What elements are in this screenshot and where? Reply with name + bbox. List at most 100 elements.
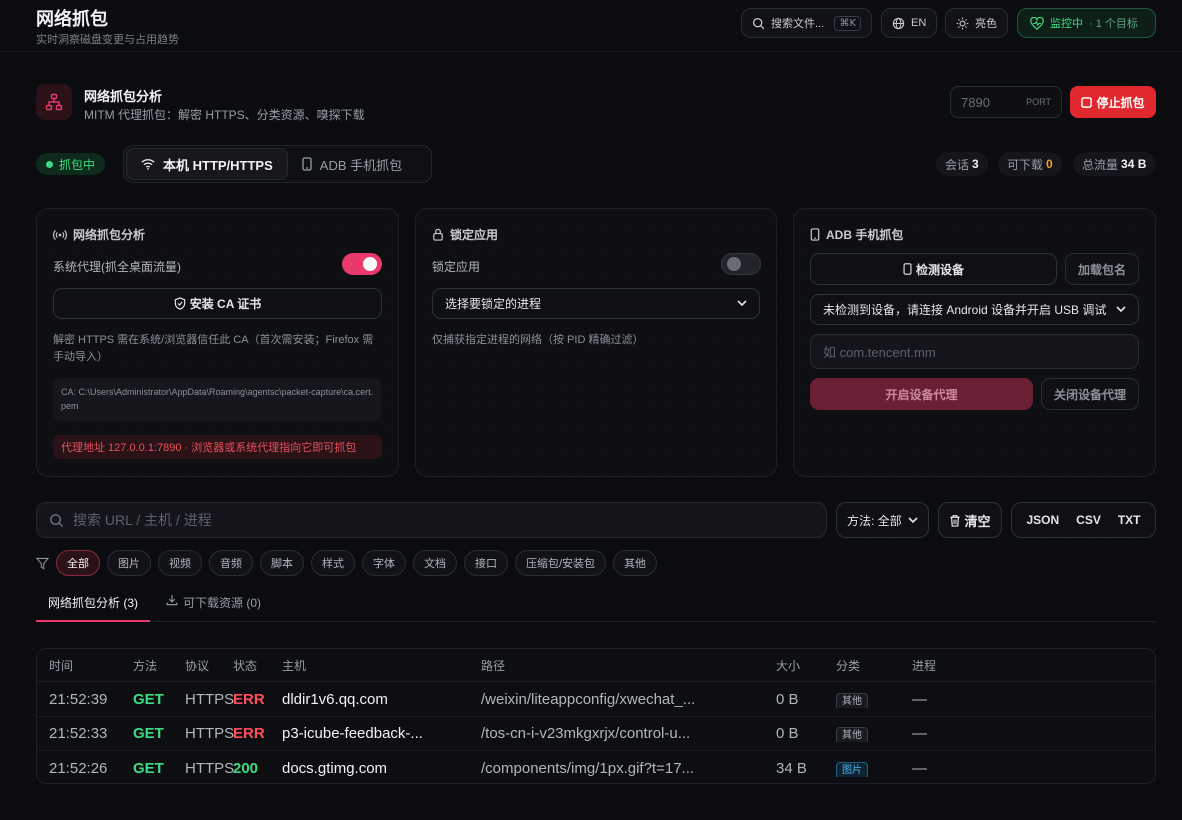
category-badge: 其他: [836, 693, 868, 708]
tab-downloadable-resources[interactable]: 可下载资源 (0): [166, 594, 261, 622]
detect-device-button[interactable]: 检测设备: [810, 253, 1057, 285]
row-status: 200: [233, 759, 259, 777]
col-host[interactable]: 主机: [282, 657, 306, 674]
adb-panel-title-text: ADB 手机抓包: [826, 228, 904, 242]
export-json-button[interactable]: JSON: [1026, 513, 1059, 527]
chip-image[interactable]: 图片: [107, 550, 151, 576]
package-name-input[interactable]: 如 com.tencent.mm: [810, 334, 1139, 369]
export-csv-button[interactable]: CSV: [1076, 513, 1101, 527]
chip-all[interactable]: 全部: [56, 550, 100, 576]
row-process: —: [912, 759, 927, 777]
table-row[interactable]: 21:52:26 GET HTTPS 200 docs.gtimg.com /c…: [37, 751, 1155, 783]
table-row[interactable]: 21:52:33 GET HTTPS ERR p3-icube-feedback…: [37, 717, 1155, 751]
chip-video[interactable]: 视频: [158, 550, 202, 576]
load-package-button[interactable]: 加载包名: [1065, 253, 1139, 285]
adb-capture-panel: ADB 手机抓包 检测设备 加载包名 未检测到设备，请连接 Android 设备…: [793, 208, 1156, 477]
lock-icon: [432, 228, 444, 241]
row-size: 0 B: [776, 691, 799, 708]
tab-adb-phone[interactable]: ADB 手机抓包: [288, 148, 416, 180]
tab-local-http[interactable]: 本机 HTTP/HTTPS: [126, 148, 288, 180]
download-icon: [166, 594, 178, 606]
stop-capture-label: 停止抓包: [1096, 95, 1145, 110]
row-time: 21:52:26: [49, 759, 108, 777]
requests-table: 时间 方法 协议 状态 主机 路径 大小 分类 进程 21:52:39 GET …: [36, 648, 1156, 784]
lock-app-toggle[interactable]: [721, 253, 761, 275]
device-select[interactable]: 未检测到设备，请连接 Android 设备并开启 USB 调试: [810, 294, 1139, 325]
capture-panel-title-text: 网络抓包分析: [73, 228, 146, 242]
port-label: PORT: [1026, 97, 1051, 107]
row-path: /weixin/liteappconfig/xwechat_...: [481, 691, 696, 708]
device-select-value: 未检测到设备，请连接 Android 设备并开启 USB 调试: [823, 303, 1107, 317]
chip-style[interactable]: 样式: [311, 550, 355, 576]
col-status[interactable]: 状态: [233, 657, 257, 674]
filter-icon: [36, 557, 49, 570]
search-icon: [49, 513, 64, 528]
row-path: /components/img/1px.gif?t=17...: [481, 759, 695, 777]
col-time[interactable]: 时间: [49, 657, 73, 674]
status-dot: [46, 160, 53, 168]
monitor-status-button[interactable]: 监控中 · 1 个目标: [1017, 8, 1156, 38]
stop-capture-button[interactable]: 停止抓包: [1070, 86, 1156, 118]
row-size: 0 B: [776, 725, 799, 742]
chip-document[interactable]: 文档: [413, 550, 457, 576]
shield-check-icon: [174, 297, 186, 310]
heart-pulse-icon: [1030, 16, 1044, 30]
global-search-button[interactable]: 搜索文件... ⌘K: [741, 8, 872, 38]
row-status: ERR: [233, 725, 265, 742]
topbar-divider: [0, 51, 1182, 52]
row-process: —: [912, 691, 927, 708]
method-filter-select[interactable]: 方法: 全部: [836, 502, 929, 538]
col-path[interactable]: 路径: [481, 657, 505, 674]
sun-icon: [956, 17, 969, 30]
chip-api[interactable]: 接口: [464, 550, 508, 576]
chip-archive[interactable]: 压缩包/安装包: [515, 550, 607, 576]
chip-other[interactable]: 其他: [613, 550, 658, 576]
phone-icon: [810, 228, 820, 241]
chip-font[interactable]: 字体: [362, 550, 406, 576]
lock-panel-title: 锁定应用: [432, 226, 498, 243]
capturing-label: 抓包中: [59, 157, 96, 172]
chip-audio[interactable]: 音频: [209, 550, 253, 576]
page-title: 网络抓包分析: [84, 89, 163, 104]
row-time: 21:52:39: [49, 691, 108, 708]
global-search-label: 搜索文件...: [771, 18, 825, 30]
process-select-value: 选择要锁定的进程: [445, 297, 542, 311]
install-ca-button[interactable]: 安装 CA 证书: [53, 288, 382, 319]
clear-button[interactable]: 清空: [938, 502, 1002, 538]
search-icon: [752, 17, 765, 30]
chip-script[interactable]: 脚本: [260, 550, 304, 576]
ca-trust-note: 解密 HTTPS 需在系统/浏览器信任此 CA（首次需安装；Firefox 需手…: [53, 334, 374, 363]
category-badge: 图片: [836, 761, 868, 777]
col-method[interactable]: 方法: [133, 657, 157, 674]
request-search-input[interactable]: 搜索 URL / 主机 / 进程: [36, 502, 827, 538]
wifi-icon: [141, 158, 155, 170]
col-category[interactable]: 分类: [836, 657, 860, 674]
lock-app-label: 锁定应用: [432, 260, 481, 274]
search-shortcut: ⌘K: [834, 15, 861, 31]
start-device-proxy-button[interactable]: 开启设备代理: [810, 378, 1033, 410]
stat-sessions-value: 3: [972, 157, 979, 171]
row-protocol: HTTPS: [185, 759, 235, 777]
col-process[interactable]: 进程: [912, 657, 936, 674]
stat-traffic-value: 34 B: [1121, 157, 1147, 171]
system-proxy-toggle[interactable]: [342, 253, 382, 275]
port-input[interactable]: 7890 PORT: [950, 86, 1062, 118]
process-select[interactable]: 选择要锁定的进程: [432, 288, 760, 319]
phone-icon: [903, 263, 912, 275]
clear-label: 清空: [964, 513, 991, 529]
stop-device-proxy-button[interactable]: 关闭设备代理: [1041, 378, 1139, 410]
theme-toggle-button[interactable]: 亮色: [945, 8, 1008, 38]
export-txt-button[interactable]: TXT: [1118, 513, 1141, 527]
lock-app-panel: 锁定应用 锁定应用 选择要锁定的进程 仅捕获指定进程的网络（按 PID 精确过滤…: [415, 208, 777, 477]
detect-device-label: 检测设备: [915, 262, 964, 277]
table-row[interactable]: 21:52:39 GET HTTPS ERR dldir1v6.qq.com /…: [37, 683, 1155, 717]
col-size[interactable]: 大小: [776, 657, 800, 674]
col-protocol[interactable]: 协议: [185, 657, 209, 674]
language-button[interactable]: EN: [881, 8, 937, 38]
toggle-knob: [727, 257, 741, 271]
tab-captured-requests[interactable]: 网络抓包分析 (3): [48, 594, 138, 622]
row-process: —: [912, 725, 927, 742]
row-status: ERR: [233, 691, 265, 708]
row-method: GET: [133, 725, 164, 742]
stop-square-icon: [1081, 96, 1093, 108]
